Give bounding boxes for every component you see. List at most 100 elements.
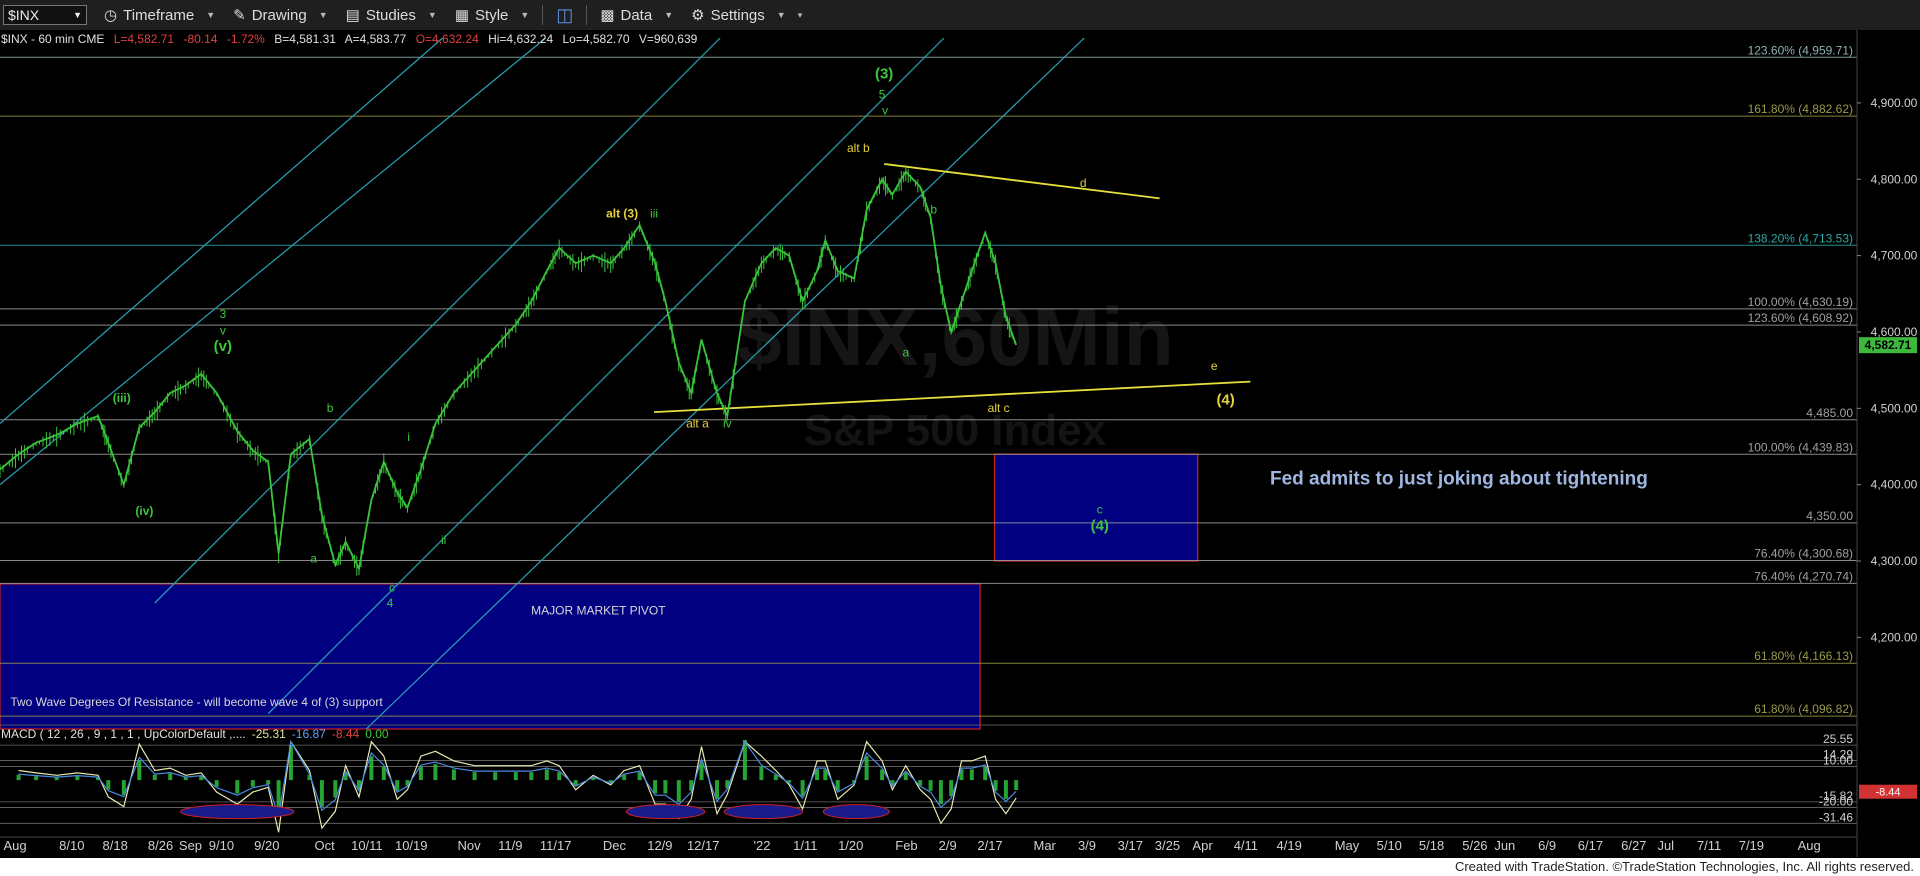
time-tick-label: 8/10 — [59, 838, 84, 853]
time-tick-label: 1/20 — [838, 838, 863, 853]
level-label: 61.80% (4,096.82) — [1754, 702, 1853, 716]
time-tick-label: 3/9 — [1078, 838, 1096, 853]
header-bid: B=4,581.31 — [274, 32, 336, 46]
macd-tick-label: 25.55 — [1823, 732, 1853, 746]
header-volume: V=960,639 — [639, 32, 698, 46]
symbol-input[interactable]: $INX ▼ — [3, 5, 87, 25]
macd-value: 0.00 — [365, 727, 389, 741]
style-label: Style — [475, 6, 509, 24]
macd-oval-marker — [180, 804, 295, 820]
time-tick-label: 8/26 — [148, 838, 173, 853]
time-tick-label: 12/9 — [647, 838, 672, 853]
macd-tick-label: -20.00 — [1819, 795, 1853, 809]
level-label: 123.60% (4,959.71) — [1748, 43, 1853, 57]
level-label: 4,350.00 — [1806, 509, 1853, 523]
wave-label: 3 — [219, 307, 226, 321]
price-tick-label: 4,400.00 — [1871, 478, 1918, 492]
header-ask: A=4,583.77 — [345, 32, 407, 46]
level-label: 76.40% (4,270.74) — [1754, 569, 1853, 583]
macd-oval-marker — [822, 804, 890, 820]
time-tick-label: 8/18 — [103, 838, 128, 853]
studies-button[interactable]: ▤ Studies ▼ — [337, 2, 446, 28]
time-tick-label: 5/26 — [1462, 838, 1487, 853]
wave-label: alt (3) — [606, 206, 638, 220]
wave-label: alt b — [847, 141, 870, 155]
wave-label: (4) — [1216, 391, 1234, 408]
style-button[interactable]: ▦ Style ▼ — [446, 2, 538, 28]
macd-current-label: -8.44 — [1875, 787, 1900, 799]
last-price-label: 4,582.71 — [1865, 338, 1912, 352]
wave-label: a — [902, 345, 909, 359]
caret-down-icon: ▼ — [206, 10, 216, 20]
pencil-icon: ✎ — [233, 7, 246, 24]
caret-down-icon: ▾ — [797, 9, 803, 20]
header-high: Hi=4,632.24 — [488, 32, 553, 46]
wave-label: (4) — [1091, 517, 1109, 534]
wave-label: alt a — [686, 416, 709, 430]
level-label: 4,485.00 — [1806, 406, 1853, 420]
style-icon: ▦ — [454, 7, 470, 24]
time-tick-label: 4/19 — [1277, 838, 1302, 853]
macd-value: -16.87 — [292, 727, 326, 741]
wave-label: i — [407, 430, 410, 444]
layout-icon: ◫ — [556, 4, 574, 25]
time-tick-label: 5/18 — [1419, 838, 1444, 853]
wave-label: b — [327, 401, 334, 415]
wave-label: (v) — [214, 338, 232, 355]
price-tick-label: 4,300.00 — [1871, 554, 1918, 568]
header-last: L=4,582.71 — [114, 32, 175, 46]
price-tick-label: 4,800.00 — [1871, 172, 1918, 186]
wave-label: ii — [441, 533, 446, 547]
header-quote: $INX - 60 min CME L=4,582.71 -80.14 -1.7… — [1, 32, 698, 46]
macd-tick-label: -31.46 — [1819, 810, 1853, 824]
header-info: $INX - 60 min CME L=4,582.71 -80.14 -1.7… — [1, 32, 698, 46]
drawing-button[interactable]: ✎ Drawing ▼ — [224, 2, 337, 28]
time-tick-label: Feb — [895, 838, 917, 853]
wave-label: 4 — [387, 596, 394, 610]
time-tick-label: Apr — [1192, 838, 1213, 853]
footer: Created with TradeStation. ©TradeStation… — [0, 858, 1920, 876]
time-tick-label: Aug — [1798, 838, 1821, 853]
clock-icon: ◷ — [104, 7, 118, 24]
wave-label: c — [389, 581, 395, 595]
time-tick-label: 10/19 — [395, 838, 428, 853]
timeframe-button[interactable]: ◷ Timeframe ▼ — [95, 2, 224, 28]
layout-button[interactable]: ◫ — [547, 2, 582, 28]
wave-label: v — [882, 103, 888, 117]
level-label: 76.40% (4,300.68) — [1754, 547, 1853, 561]
chart-area[interactable]: $INX,60Min S&P 500 Index 123.60% (4,959.… — [0, 30, 1920, 858]
wave-label: (3) — [875, 65, 893, 82]
price-tick-label: 4,600.00 — [1871, 325, 1918, 339]
header-pct: -1.72% — [227, 32, 265, 46]
time-tick-label: 4/11 — [1234, 838, 1258, 853]
wave-label: a — [310, 552, 317, 566]
wave-label: 5 — [879, 87, 886, 101]
time-tick-label: Aug — [4, 838, 27, 853]
time-tick-label: 2/17 — [977, 838, 1002, 853]
data-button[interactable]: ▩ Data ▼ — [591, 2, 682, 28]
time-tick-label: May — [1335, 838, 1360, 853]
wave-label: b — [930, 203, 937, 217]
header-open: O=4,632.24 — [416, 32, 479, 46]
macd-tick-label: 10.00 — [1823, 753, 1853, 767]
caret-down-icon: ▼ — [776, 10, 786, 20]
level-label: 100.00% (4,630.19) — [1748, 295, 1853, 309]
chevron-down-icon: ▼ — [73, 10, 82, 20]
settings-button[interactable]: ⚙ Settings ▼ ▾ — [682, 2, 811, 28]
watermark-symbol: $INX,60Min — [736, 292, 1173, 383]
price-tick-label: 4,500.00 — [1871, 401, 1918, 415]
macd-oval-marker — [625, 804, 706, 820]
time-tick-label: 6/17 — [1578, 838, 1603, 853]
wave-label: iii — [650, 206, 658, 220]
price-tick-label: 4,900.00 — [1871, 96, 1918, 110]
time-tick-label: 7/11 — [1697, 838, 1721, 853]
footer-text: Created with TradeStation. ©TradeStation… — [1454, 859, 1914, 874]
time-tick-label: Jun — [1494, 838, 1515, 853]
header-low: Lo=4,582.70 — [563, 32, 630, 46]
time-tick-label: Jul — [1657, 838, 1674, 853]
macd-title-text: MACD ( 12 , 26 , 9 , 1 , 1 , UpColorDefa… — [1, 727, 246, 741]
time-tick-label: Mar — [1034, 838, 1057, 853]
level-label: 138.20% (4,713.53) — [1748, 231, 1853, 245]
toolbar: $INX ▼ ◷ Timeframe ▼ ✎ Drawing ▼ ▤ Studi… — [0, 0, 1920, 31]
time-tick-label: 12/17 — [687, 838, 720, 853]
